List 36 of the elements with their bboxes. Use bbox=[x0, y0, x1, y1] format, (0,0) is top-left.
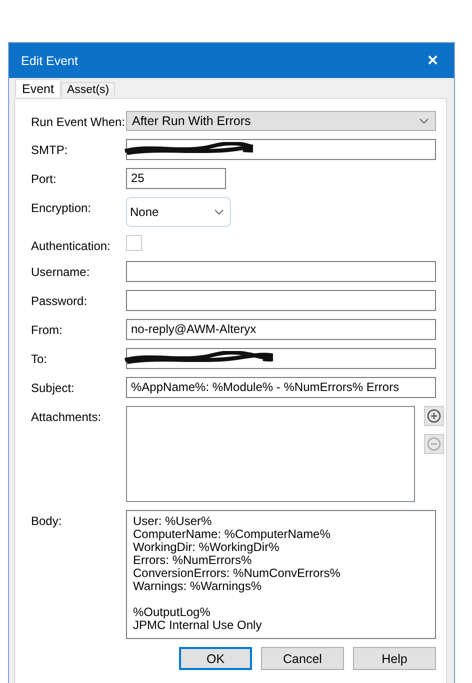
chevron-icon bbox=[419, 118, 429, 124]
field-label: Run Event When: bbox=[31, 114, 126, 129]
dialog-button[interactable]: OK bbox=[179, 647, 252, 670]
add-icon bbox=[427, 409, 441, 423]
field-label: Encryption: bbox=[31, 200, 92, 215]
encryption-dropdown[interactable]: None bbox=[126, 197, 231, 227]
field-label: To: bbox=[31, 351, 48, 366]
field-label: SMTP: bbox=[31, 142, 69, 157]
input-field[interactable] bbox=[126, 290, 436, 311]
field-label: Attachments: bbox=[31, 409, 102, 424]
tab[interactable]: Event bbox=[15, 79, 61, 97]
field-label: From: bbox=[31, 322, 64, 337]
add-button[interactable] bbox=[424, 406, 444, 426]
tab[interactable]: Asset(s) bbox=[60, 82, 116, 97]
field-label: Authentication: bbox=[31, 238, 112, 253]
chevron-icon bbox=[214, 209, 224, 215]
input-field[interactable] bbox=[126, 261, 436, 282]
dialog-button[interactable]: Cancel bbox=[261, 647, 344, 670]
run-event-select[interactable]: After Run With Errors bbox=[126, 111, 436, 131]
attachments-list[interactable] bbox=[126, 406, 415, 502]
input-field[interactable]: %AppName%: %Module% - %NumErrors% Errors bbox=[126, 377, 436, 398]
field-label: Subject: bbox=[31, 380, 76, 395]
input-field[interactable]: 25 bbox=[126, 168, 226, 189]
field-label: Password: bbox=[31, 293, 88, 308]
field-label: Body: bbox=[31, 513, 63, 528]
checkbox[interactable] bbox=[126, 235, 142, 251]
body-text-area[interactable]: User: %User% ComputerName: %ComputerName% WorkingDir: %WorkingDir% Errors: %NumErrors% ConversionErrors: %NumConvErrors% Warnings: %Warnings% %OutputLog% JPMC Internal Use Only bbox=[126, 510, 436, 639]
field-label: Port: bbox=[31, 171, 58, 186]
close-button[interactable]: × bbox=[423, 50, 442, 71]
input-field[interactable] bbox=[126, 139, 436, 160]
field-label: Username: bbox=[31, 264, 91, 279]
window-title: Edit Event bbox=[21, 54, 78, 68]
remove-icon bbox=[427, 437, 441, 451]
input-field[interactable] bbox=[126, 348, 436, 369]
dialog-button[interactable]: Help bbox=[353, 647, 436, 670]
input-field[interactable]: no-reply@AWM-Alteryx bbox=[126, 319, 436, 340]
